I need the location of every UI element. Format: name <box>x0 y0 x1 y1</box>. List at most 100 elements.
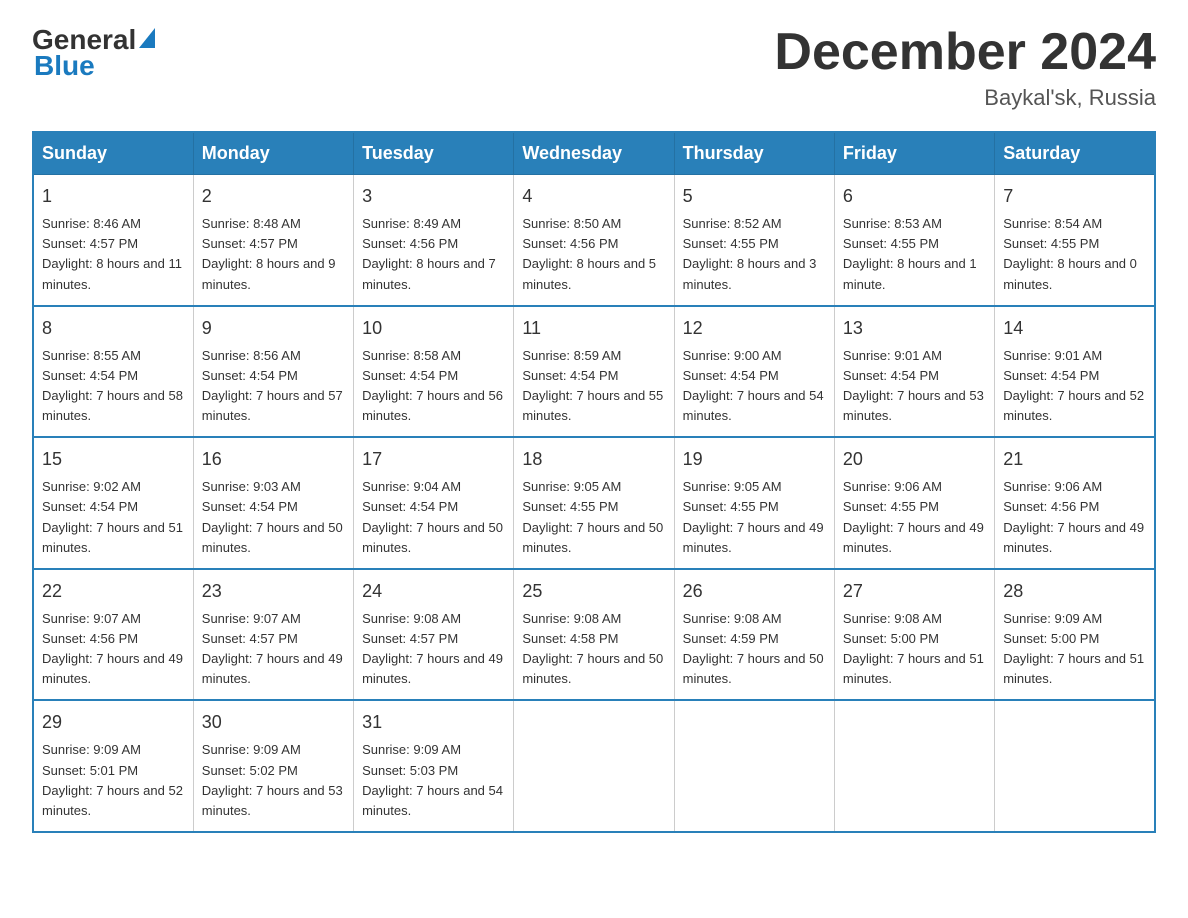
day-number: 2 <box>202 183 345 210</box>
day-info: Sunrise: 9:06 AMSunset: 4:56 PMDaylight:… <box>1003 477 1146 558</box>
day-number: 27 <box>843 578 986 605</box>
day-number: 3 <box>362 183 505 210</box>
table-row: 4Sunrise: 8:50 AMSunset: 4:56 PMDaylight… <box>514 175 674 306</box>
table-row: 10 Sunrise: 8:58 AMSunset: 4:54 PMDayligh… <box>354 306 514 438</box>
table-row: 5 Sunrise: 8:52 AMSunset: 4:55 PMDaylight… <box>674 175 834 306</box>
day-info: Sunrise: 9:05 AMSunset: 4:55 PMDaylight:… <box>683 477 826 558</box>
day-number: 8 <box>42 315 185 342</box>
day-info: Sunrise: 9:04 AMSunset: 4:54 PMDaylight:… <box>362 477 505 558</box>
day-info: Sunrise: 9:09 AMSunset: 5:03 PMDaylight:… <box>362 740 505 821</box>
day-number: 19 <box>683 446 826 473</box>
table-row: 28Sunrise: 9:09 AMSunset: 5:00 PMDayligh… <box>995 569 1155 701</box>
col-header-monday: Monday <box>193 132 353 175</box>
day-info: Sunrise: 8:46 AMSunset: 4:57 PMDaylight:… <box>42 214 185 295</box>
day-info: Sunrise: 9:08 AMSunset: 4:58 PMDaylight:… <box>522 609 665 690</box>
logo: General Blue <box>32 24 155 82</box>
table-row: 18 Sunrise: 9:05 AMSunset: 4:55 PMDayligh… <box>514 437 674 569</box>
logo-blue-text: Blue <box>32 50 95 82</box>
table-row: 19 Sunrise: 9:05 AMSunset: 4:55 PMDayligh… <box>674 437 834 569</box>
day-number: 17 <box>362 446 505 473</box>
day-number: 14 <box>1003 315 1146 342</box>
day-number: 23 <box>202 578 345 605</box>
col-header-tuesday: Tuesday <box>354 132 514 175</box>
table-row: 8 Sunrise: 8:55 AMSunset: 4:54 PMDaylight… <box>33 306 193 438</box>
table-row: 7Sunrise: 8:54 AMSunset: 4:55 PMDaylight… <box>995 175 1155 306</box>
day-info: Sunrise: 9:09 AMSunset: 5:01 PMDaylight:… <box>42 740 185 821</box>
day-number: 13 <box>843 315 986 342</box>
day-info: Sunrise: 9:05 AMSunset: 4:55 PMDaylight:… <box>522 477 665 558</box>
day-number: 6 <box>843 183 986 210</box>
day-info: Sunrise: 9:01 AMSunset: 4:54 PMDaylight:… <box>1003 346 1146 427</box>
table-row: 30Sunrise: 9:09 AMSunset: 5:02 PMDayligh… <box>193 700 353 832</box>
day-number: 24 <box>362 578 505 605</box>
page-header: General Blue December 2024 Baykal'sk, Ru… <box>32 24 1156 111</box>
table-row: 12 Sunrise: 9:00 AMSunset: 4:54 PMDayligh… <box>674 306 834 438</box>
day-number: 5 <box>683 183 826 210</box>
table-row <box>514 700 674 832</box>
col-header-wednesday: Wednesday <box>514 132 674 175</box>
day-number: 10 <box>362 315 505 342</box>
day-info: Sunrise: 8:56 AMSunset: 4:54 PMDaylight:… <box>202 346 345 427</box>
table-row: 22Sunrise: 9:07 AMSunset: 4:56 PMDayligh… <box>33 569 193 701</box>
day-info: Sunrise: 9:02 AMSunset: 4:54 PMDaylight:… <box>42 477 185 558</box>
day-number: 1 <box>42 183 185 210</box>
day-info: Sunrise: 8:50 AMSunset: 4:56 PMDaylight:… <box>522 214 665 295</box>
day-number: 12 <box>683 315 826 342</box>
day-number: 9 <box>202 315 345 342</box>
day-number: 15 <box>42 446 185 473</box>
day-number: 18 <box>522 446 665 473</box>
table-row: 23 Sunrise: 9:07 AMSunset: 4:57 PMDayligh… <box>193 569 353 701</box>
day-info: Sunrise: 8:58 AMSunset: 4:54 PMDaylight:… <box>362 346 505 427</box>
table-row: 17 Sunrise: 9:04 AMSunset: 4:54 PMDayligh… <box>354 437 514 569</box>
day-info: Sunrise: 9:08 AMSunset: 4:59 PMDaylight:… <box>683 609 826 690</box>
day-number: 25 <box>522 578 665 605</box>
table-row: 6 Sunrise: 8:53 AMSunset: 4:55 PMDaylight… <box>834 175 994 306</box>
location-title: Baykal'sk, Russia <box>774 85 1156 111</box>
calendar-week-row: 8 Sunrise: 8:55 AMSunset: 4:54 PMDaylight… <box>33 306 1155 438</box>
calendar-week-row: 1 Sunrise: 8:46 AMSunset: 4:57 PMDaylight… <box>33 175 1155 306</box>
day-info: Sunrise: 9:00 AMSunset: 4:54 PMDaylight:… <box>683 346 826 427</box>
table-row <box>834 700 994 832</box>
day-info: Sunrise: 9:08 AMSunset: 4:57 PMDaylight:… <box>362 609 505 690</box>
calendar-table: Sunday Monday Tuesday Wednesday Thursday… <box>32 131 1156 833</box>
calendar-week-row: 29Sunrise: 9:09 AMSunset: 5:01 PMDayligh… <box>33 700 1155 832</box>
table-row: 16 Sunrise: 9:03 AMSunset: 4:54 PMDayligh… <box>193 437 353 569</box>
calendar-week-row: 22Sunrise: 9:07 AMSunset: 4:56 PMDayligh… <box>33 569 1155 701</box>
table-row: 13 Sunrise: 9:01 AMSunset: 4:54 PMDayligh… <box>834 306 994 438</box>
logo-triangle-icon <box>139 28 155 48</box>
day-number: 16 <box>202 446 345 473</box>
table-row <box>995 700 1155 832</box>
table-row: 20Sunrise: 9:06 AMSunset: 4:55 PMDayligh… <box>834 437 994 569</box>
col-header-saturday: Saturday <box>995 132 1155 175</box>
day-info: Sunrise: 9:03 AMSunset: 4:54 PMDaylight:… <box>202 477 345 558</box>
table-row: 1 Sunrise: 8:46 AMSunset: 4:57 PMDaylight… <box>33 175 193 306</box>
day-info: Sunrise: 9:09 AMSunset: 5:02 PMDaylight:… <box>202 740 345 821</box>
table-row: 29Sunrise: 9:09 AMSunset: 5:01 PMDayligh… <box>33 700 193 832</box>
day-number: 26 <box>683 578 826 605</box>
day-number: 22 <box>42 578 185 605</box>
table-row: 11Sunrise: 8:59 AMSunset: 4:54 PMDayligh… <box>514 306 674 438</box>
day-info: Sunrise: 8:54 AMSunset: 4:55 PMDaylight:… <box>1003 214 1146 295</box>
col-header-sunday: Sunday <box>33 132 193 175</box>
day-info: Sunrise: 9:01 AMSunset: 4:54 PMDaylight:… <box>843 346 986 427</box>
title-block: December 2024 Baykal'sk, Russia <box>774 24 1156 111</box>
col-header-friday: Friday <box>834 132 994 175</box>
day-number: 20 <box>843 446 986 473</box>
day-info: Sunrise: 8:55 AMSunset: 4:54 PMDaylight:… <box>42 346 185 427</box>
calendar-week-row: 15 Sunrise: 9:02 AMSunset: 4:54 PMDayligh… <box>33 437 1155 569</box>
day-info: Sunrise: 9:07 AMSunset: 4:57 PMDaylight:… <box>202 609 345 690</box>
table-row: 21Sunrise: 9:06 AMSunset: 4:56 PMDayligh… <box>995 437 1155 569</box>
table-row: 27Sunrise: 9:08 AMSunset: 5:00 PMDayligh… <box>834 569 994 701</box>
table-row: 15 Sunrise: 9:02 AMSunset: 4:54 PMDayligh… <box>33 437 193 569</box>
calendar-header-row: Sunday Monday Tuesday Wednesday Thursday… <box>33 132 1155 175</box>
table-row: 31Sunrise: 9:09 AMSunset: 5:03 PMDayligh… <box>354 700 514 832</box>
day-number: 28 <box>1003 578 1146 605</box>
day-info: Sunrise: 8:53 AMSunset: 4:55 PMDaylight:… <box>843 214 986 295</box>
day-info: Sunrise: 8:52 AMSunset: 4:55 PMDaylight:… <box>683 214 826 295</box>
table-row: 9 Sunrise: 8:56 AMSunset: 4:54 PMDaylight… <box>193 306 353 438</box>
table-row: 24 Sunrise: 9:08 AMSunset: 4:57 PMDayligh… <box>354 569 514 701</box>
table-row: 2Sunrise: 8:48 AMSunset: 4:57 PMDaylight… <box>193 175 353 306</box>
day-number: 11 <box>522 315 665 342</box>
month-title: December 2024 <box>774 24 1156 81</box>
table-row: 3Sunrise: 8:49 AMSunset: 4:56 PMDaylight… <box>354 175 514 306</box>
